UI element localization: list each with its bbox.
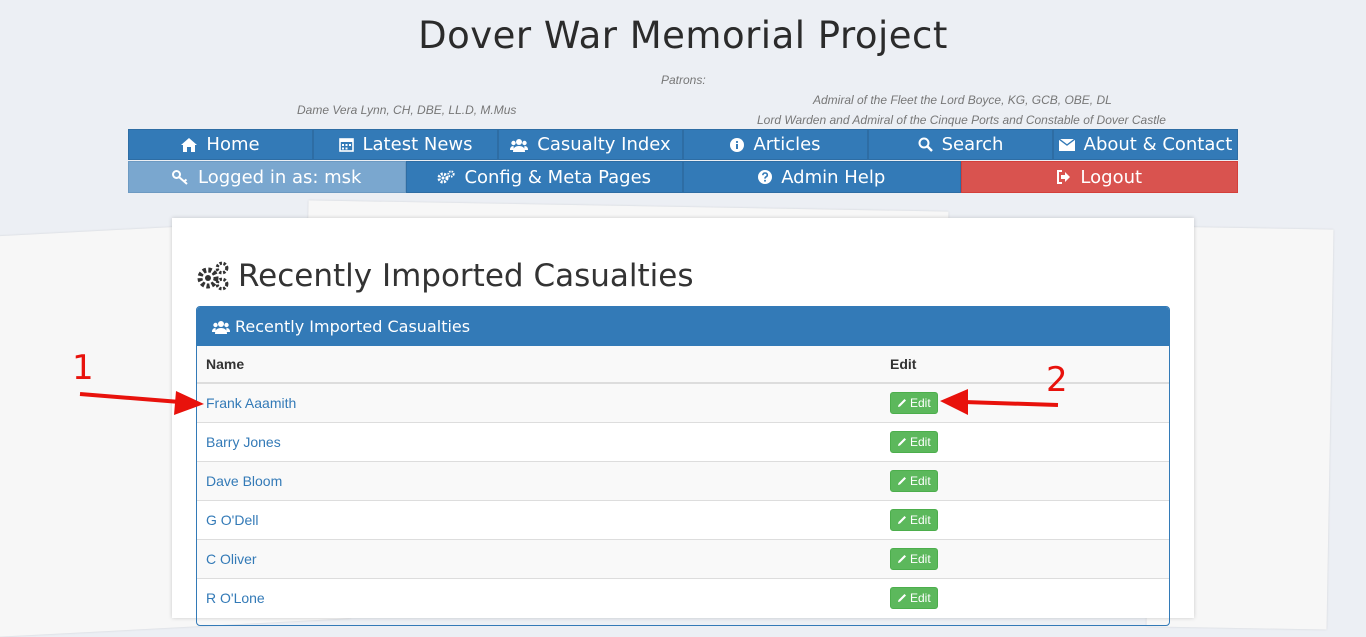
nav-home[interactable]: Home [128, 129, 313, 160]
edit-button-label: Edit [910, 435, 931, 449]
logout-icon [1056, 170, 1071, 184]
nav-logged-in[interactable]: Logged in as: msk [128, 161, 406, 193]
nav-articles-label: Articles [753, 134, 821, 155]
users-icon [212, 320, 230, 334]
edit-button-label: Edit [910, 513, 931, 527]
column-header-edit: Edit [881, 346, 1169, 384]
edit-button[interactable]: Edit [890, 509, 938, 531]
casualty-name-link[interactable]: Frank Aaamith [206, 395, 296, 411]
table-row: R O'Lone Edit [197, 578, 1169, 617]
edit-button-label: Edit [910, 552, 931, 566]
nav-logout[interactable]: Logout [960, 161, 1238, 193]
envelope-icon [1058, 138, 1075, 151]
calendar-icon [338, 137, 354, 152]
table-row: G O'Dell Edit [197, 500, 1169, 540]
casualty-name-link[interactable]: C Oliver [206, 551, 257, 567]
nav-latest-news-label: Latest News [362, 134, 473, 155]
pencil-icon [897, 476, 907, 486]
casualty-name-link[interactable]: R O'Lone [206, 590, 265, 606]
pencil-icon [897, 593, 907, 603]
nav-casualty-index-label: Casualty Index [537, 134, 671, 155]
table-header-row: Name Edit [197, 346, 1169, 384]
edit-button[interactable]: Edit [890, 548, 938, 570]
key-icon [172, 169, 189, 185]
nav-latest-news[interactable]: Latest News [313, 129, 498, 160]
edit-button[interactable]: Edit [890, 392, 938, 414]
table-row: Dave Bloom Edit [197, 461, 1169, 501]
patron-left: Dame Vera Lynn, CH, DBE, LL.D, M.Mus [297, 103, 517, 117]
table-row: Barry Jones Edit [197, 422, 1169, 462]
nav-search-label: Search [941, 134, 1004, 155]
main-nav: Home Latest News Casualty Index Articles… [128, 129, 1238, 160]
panel-header: Recently Imported Casualties [197, 307, 1169, 346]
annotation-arrow-2 [940, 389, 1059, 415]
question-icon [758, 170, 773, 184]
pencil-icon [897, 515, 907, 525]
nav-config-meta-label: Config & Meta Pages [464, 166, 652, 188]
nav-articles[interactable]: Articles [683, 129, 868, 160]
edit-button-label: Edit [910, 396, 931, 410]
nav-casualty-index[interactable]: Casualty Index [498, 129, 683, 160]
nav-home-label: Home [206, 134, 260, 155]
column-header-name: Name [197, 346, 881, 384]
nav-config-meta[interactable]: Config & Meta Pages [405, 161, 683, 193]
table-row: C Oliver Edit [197, 539, 1169, 579]
users-icon [510, 138, 529, 152]
panel-title: Recently Imported Casualties [235, 317, 471, 336]
nav-logout-label: Logout [1080, 166, 1143, 188]
nav-logged-in-label: Logged in as: msk [198, 166, 362, 188]
nav-about-contact-label: About & Contact [1083, 134, 1233, 155]
patrons-label: Patrons: [661, 73, 706, 87]
nav-admin-help-label: Admin Help [781, 166, 886, 188]
edit-button-label: Edit [910, 474, 931, 488]
edit-button[interactable]: Edit [890, 431, 938, 453]
annotation-number-1: 1 [72, 348, 94, 388]
home-icon [181, 137, 198, 152]
annotation-arrow-1 [79, 391, 204, 415]
pencil-icon [897, 398, 907, 408]
page-title: Recently Imported Casualties [238, 258, 694, 294]
cogs-icon [437, 169, 456, 185]
patron-right-2: Lord Warden and Admiral of the Cinque Po… [757, 113, 1166, 127]
casualty-name-link[interactable]: G O'Dell [206, 512, 258, 528]
site-title: Dover War Memorial Project [418, 14, 948, 57]
nav-admin-help[interactable]: Admin Help [683, 161, 961, 193]
edit-button[interactable]: Edit [890, 470, 938, 492]
casualty-name-link[interactable]: Barry Jones [206, 434, 281, 450]
patron-right-1: Admiral of the Fleet the Lord Boyce, KG,… [813, 93, 1112, 107]
pencil-icon [897, 437, 907, 447]
pencil-icon [897, 554, 907, 564]
casualties-panel: Recently Imported Casualties Name Edit F… [196, 306, 1170, 626]
nav-search[interactable]: Search [868, 129, 1053, 160]
edit-button-label: Edit [910, 591, 931, 605]
page-heading: Recently Imported Casualties [196, 258, 693, 294]
info-icon [730, 137, 745, 152]
cogs-icon [196, 261, 230, 291]
edit-button[interactable]: Edit [890, 587, 938, 609]
casualty-name-link[interactable]: Dave Bloom [206, 473, 282, 489]
nav-about-contact[interactable]: About & Contact [1053, 129, 1238, 160]
admin-nav: Logged in as: msk Config & Meta Pages Ad… [128, 161, 1238, 193]
search-icon [918, 137, 933, 152]
